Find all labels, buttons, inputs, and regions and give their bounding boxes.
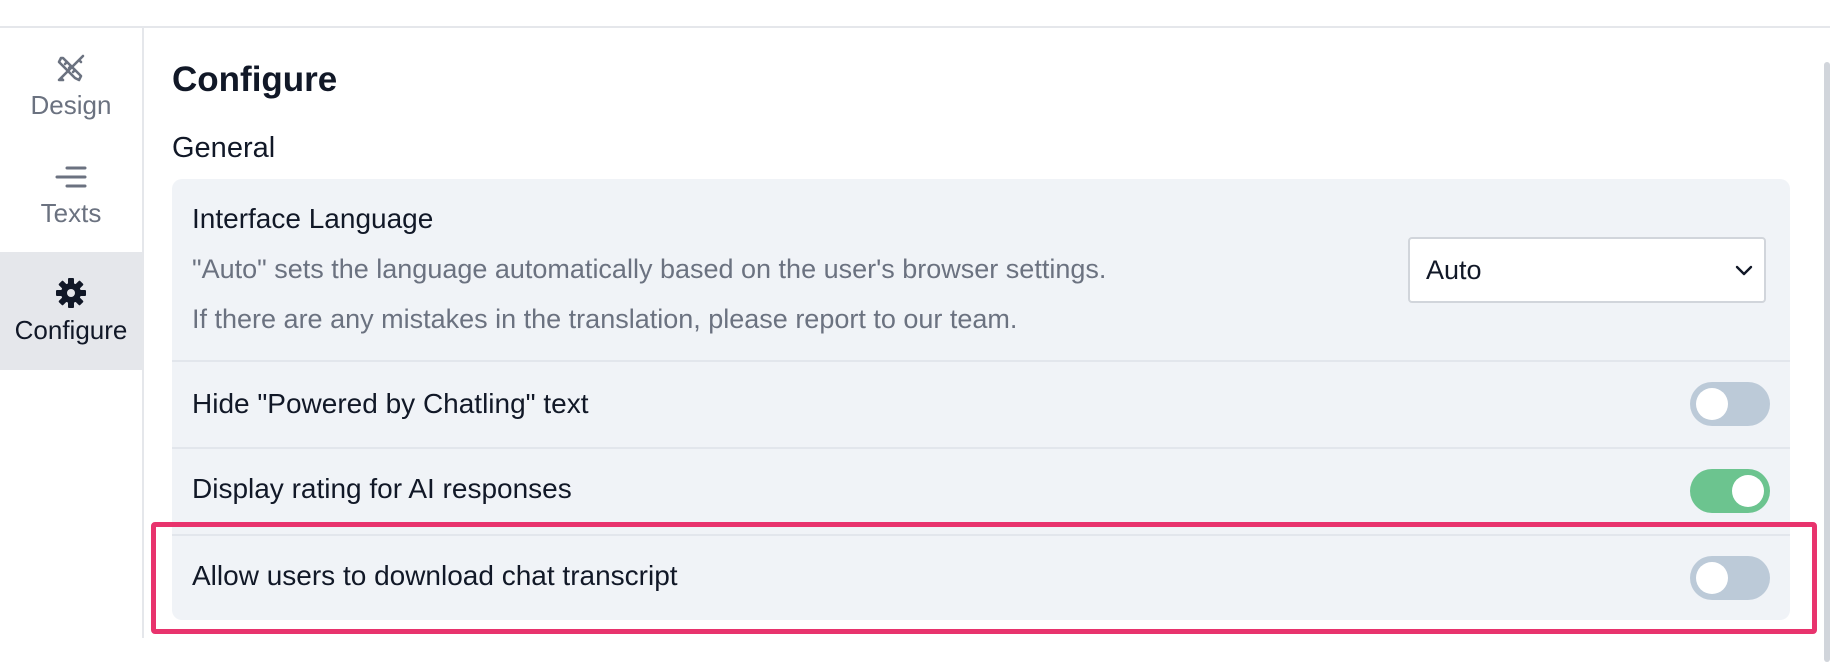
display-rating-toggle[interactable]: [1690, 469, 1770, 513]
setting-label: Hide "Powered by Chatling" text: [192, 388, 589, 419]
chevron-down-icon: [1734, 263, 1754, 282]
sidebar-item-label: Texts: [40, 197, 102, 228]
main-content: Configure General Interface Language "Au…: [144, 28, 1830, 662]
top-bar: [0, 0, 1830, 28]
sidebar-item-label: Design: [30, 89, 112, 120]
settings-panel: Interface Language "Auto" sets the langu…: [172, 179, 1790, 620]
setting-row-display-rating: Display rating for AI responses: [172, 447, 1790, 534]
setting-row-language: Interface Language "Auto" sets the langu…: [172, 179, 1790, 360]
sidebar-item-label: Configure: [14, 314, 128, 345]
setting-label: Allow users to download chat transcript: [192, 560, 678, 591]
toggle-knob: [1696, 388, 1728, 420]
setting-description: If there are any mistakes in the transla…: [192, 304, 1018, 334]
text-lines-icon: [55, 164, 87, 192]
toggle-knob: [1696, 562, 1728, 594]
language-select-value: Auto: [1426, 255, 1482, 285]
setting-row-allow-download: Allow users to download chat transcript: [172, 534, 1790, 620]
scrollbar[interactable]: [1824, 62, 1830, 662]
design-pencil-ruler-icon: [55, 52, 87, 84]
hide-powered-by-toggle[interactable]: [1690, 382, 1770, 426]
sidebar-item-texts[interactable]: Texts: [0, 148, 142, 244]
sidebar: Design Texts Configure: [0, 28, 144, 638]
setting-label: Display rating for AI responses: [192, 473, 572, 504]
setting-label: Interface Language: [192, 203, 434, 234]
toggle-knob: [1732, 475, 1764, 507]
sidebar-item-configure[interactable]: Configure: [0, 252, 142, 370]
setting-description: "Auto" sets the language automatically b…: [192, 254, 1107, 284]
gear-icon: [55, 277, 87, 309]
section-title: General: [172, 132, 276, 164]
setting-row-hide-powered-by: Hide "Powered by Chatling" text: [172, 360, 1790, 447]
page-title: Configure: [172, 60, 338, 99]
language-select[interactable]: Auto: [1408, 237, 1766, 303]
allow-download-toggle[interactable]: [1690, 556, 1770, 600]
sidebar-item-design[interactable]: Design: [0, 38, 142, 134]
